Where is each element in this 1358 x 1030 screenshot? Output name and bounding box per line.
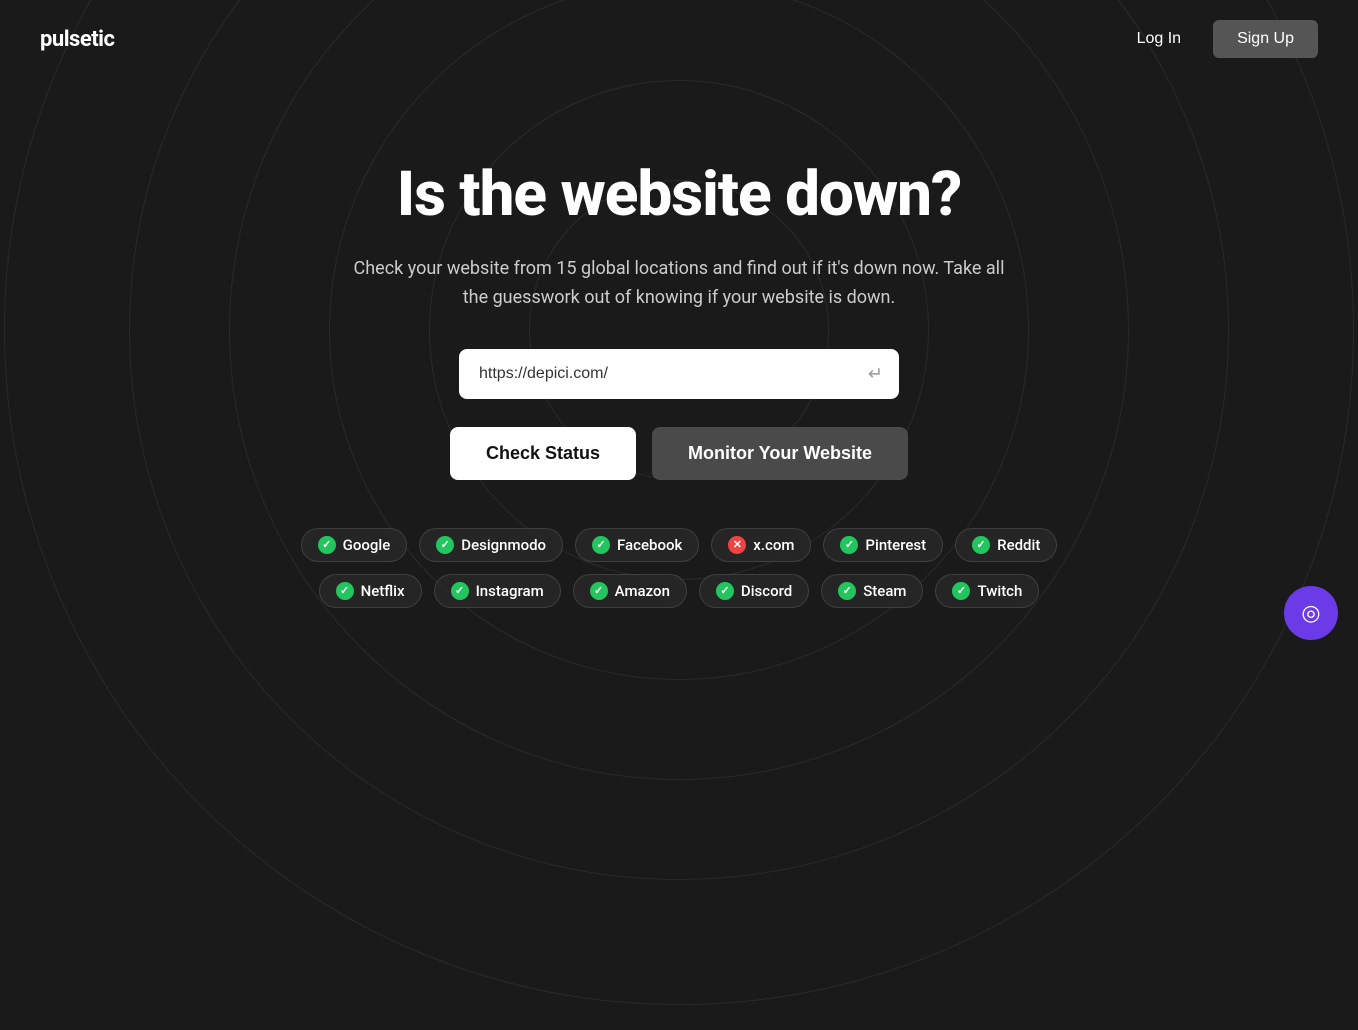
chat-bubble-icon: ◎	[1301, 601, 1320, 626]
hero-title: Is the website down?	[397, 158, 962, 231]
tag-label: Steam	[863, 582, 906, 600]
url-input[interactable]	[459, 349, 899, 399]
tags-row-2: ✓Netflix✓Instagram✓Amazon✓Discord✓Steam✓…	[319, 574, 1040, 608]
tag-status-icon-facebook: ✓	[592, 536, 610, 554]
check-status-button[interactable]: Check Status	[450, 427, 636, 480]
tag-status-icon-netflix: ✓	[336, 582, 354, 600]
tag-status-icon-steam: ✓	[838, 582, 856, 600]
enter-icon: ↵	[868, 363, 883, 384]
tag-item[interactable]: ✓ Google	[301, 528, 408, 562]
tag-status-icon-discord: ✓	[716, 582, 734, 600]
tag-status-icon-twitch: ✓	[952, 582, 970, 600]
header: pulsetic Log In Sign Up	[0, 0, 1358, 78]
login-button[interactable]: Log In	[1121, 22, 1197, 56]
tag-status-icon-x.com: ✕	[728, 536, 746, 554]
tag-item[interactable]: ✓ Facebook	[575, 528, 699, 562]
url-input-wrapper: ↵	[459, 349, 899, 399]
tag-label: Facebook	[617, 536, 682, 554]
tag-label: Twitch	[977, 582, 1022, 600]
tags-section: ✓ Google ✓ Designmodo ✓ Facebook ✕ x.com ✓ Pinter…	[301, 528, 1058, 608]
tag-status-icon-pinterest: ✓	[840, 536, 858, 554]
tag-item[interactable]: ✓ Discord	[699, 574, 809, 608]
tag-item[interactable]: ✓ Twitch	[935, 574, 1039, 608]
main-content: Is the website down? Check your website …	[0, 78, 1358, 608]
action-buttons: Check Status Monitor Your Website	[450, 427, 908, 480]
chat-bubble-button[interactable]: ◎	[1284, 586, 1338, 640]
tag-status-icon-designmodo: ✓	[436, 536, 454, 554]
tag-status-icon-reddit: ✓	[972, 536, 990, 554]
tag-item[interactable]: ✓ Designmodo	[419, 528, 563, 562]
tag-label: Discord	[741, 582, 792, 600]
tag-label: Amazon	[615, 582, 670, 600]
tag-label: Reddit	[997, 536, 1040, 554]
tag-item[interactable]: ✓ Steam	[821, 574, 923, 608]
tag-label: Netflix	[361, 582, 405, 600]
tag-item[interactable]: ✓ Pinterest	[823, 528, 943, 562]
tag-label: Google	[343, 536, 391, 554]
logo: pulsetic	[40, 27, 114, 52]
tags-row-1: ✓ Google ✓ Designmodo ✓ Facebook ✕ x.com ✓ Pinter…	[301, 528, 1058, 562]
hero-subtitle: Check your website from 15 global locati…	[339, 255, 1019, 313]
monitor-website-button[interactable]: Monitor Your Website	[652, 427, 908, 480]
tag-label: Instagram	[476, 582, 544, 600]
tag-status-icon-instagram: ✓	[451, 582, 469, 600]
tag-label: Designmodo	[461, 536, 546, 554]
tag-item[interactable]: ✓ Netflix	[319, 574, 422, 608]
tag-item[interactable]: ✓ Instagram	[434, 574, 561, 608]
tag-status-icon-amazon: ✓	[590, 582, 608, 600]
tag-item[interactable]: ✓ Amazon	[573, 574, 687, 608]
tag-label: Pinterest	[865, 536, 926, 554]
tag-item[interactable]: ✓ Reddit	[955, 528, 1057, 562]
tag-item[interactable]: ✕ x.com	[711, 528, 811, 562]
header-nav: Log In Sign Up	[1121, 20, 1318, 58]
tag-label: x.com	[753, 536, 794, 554]
signup-button[interactable]: Sign Up	[1213, 20, 1318, 58]
tag-status-icon-google: ✓	[318, 536, 336, 554]
